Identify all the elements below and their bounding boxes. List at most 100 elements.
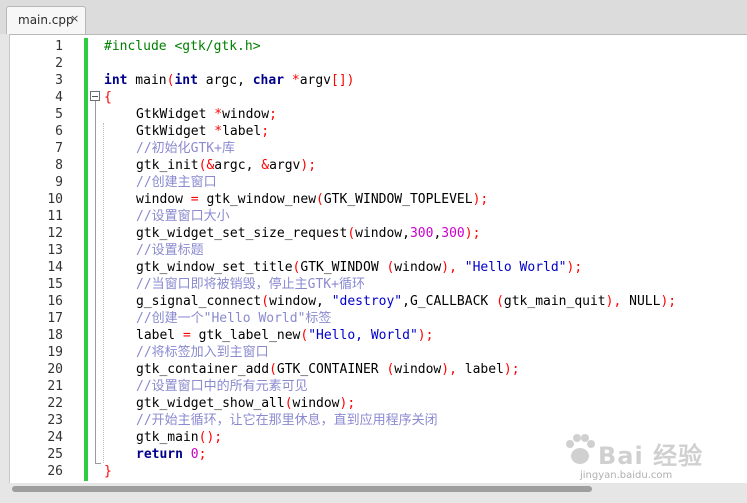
code-line[interactable]: gtk_window_set_title(GTK_WINDOW (window)…: [104, 259, 676, 276]
code-line[interactable]: //设置标题: [104, 242, 676, 259]
code-line[interactable]: #include <gtk/gtk.h>: [104, 38, 676, 55]
line-number: 14: [47, 260, 63, 275]
code-token: gtk_main_quit: [503, 294, 606, 309]
code-token: //当窗口即将被销毁，停止主GTK+循环: [136, 277, 365, 292]
line-number: 15: [47, 277, 63, 292]
code-token: argc,: [214, 158, 262, 173]
line-number: 5: [55, 107, 63, 122]
code-editor[interactable]: 1 2 3 4 5 6 7 8 9 10 11 12 13 14 15 16 17 18 19 20 21 22 23 24 2…: [9, 34, 747, 483]
code-token: gtk_init: [136, 158, 199, 173]
code-line[interactable]: [104, 55, 676, 72]
code-line[interactable]: gtk_init(&argc, &argv);: [104, 157, 676, 174]
code-line[interactable]: //当窗口即将被销毁，停止主GTK+循环: [104, 276, 676, 293]
close-icon[interactable]: ×: [70, 12, 79, 25]
tab-main-cpp[interactable]: main.cpp ×: [6, 6, 86, 34]
code-line[interactable]: return 0;: [104, 446, 676, 463]
code-token: (: [347, 226, 356, 241]
code-token: window,: [355, 226, 410, 241]
code-line[interactable]: gtk_widget_set_size_request(window,300,3…: [104, 225, 676, 242]
line-number: 2: [55, 56, 63, 71]
tab-bar: main.cpp ×: [0, 0, 747, 34]
code-text-area[interactable]: #include <gtk/gtk.h> int main(int argc, …: [104, 38, 676, 480]
code-token: "destroy": [331, 294, 403, 309]
code-token: //将标签加入到主窗口: [136, 345, 269, 360]
scrollbar-thumb[interactable]: [12, 486, 592, 492]
code-line[interactable]: //设置窗口大小: [104, 208, 676, 225]
code-token: g_signal_connect: [136, 294, 262, 309]
code-token: //开始主循环，让它在那里休息，直到应用程序关闭: [136, 413, 438, 428]
line-number: 26: [47, 464, 63, 479]
code-token: =: [182, 328, 191, 343]
code-token: label: [222, 124, 262, 139]
line-number: 19: [47, 345, 63, 360]
code-line[interactable]: GtkWidget *label;: [104, 123, 676, 140]
code-line[interactable]: //初始化GTK+库: [104, 140, 676, 157]
line-number: 23: [47, 413, 63, 428]
change-marker-bar: [84, 38, 88, 481]
line-number: 1: [55, 39, 63, 54]
code-line[interactable]: {: [104, 89, 676, 106]
code-token: label: [456, 362, 504, 377]
code-token: (: [496, 294, 504, 309]
line-number: 11: [47, 209, 63, 224]
code-line[interactable]: //开始主循环，让它在那里休息，直到应用程序关闭: [104, 412, 676, 429]
code-token: ;: [198, 447, 207, 462]
code-token: window: [136, 192, 191, 207]
code-token: label: [136, 328, 183, 343]
code-token: (: [284, 396, 293, 411]
code-token: );: [417, 328, 434, 343]
code-token: argv: [299, 73, 332, 88]
code-token: //创建主窗口: [136, 175, 217, 190]
code-line[interactable]: //创建一个"Hello World"标签: [104, 310, 676, 327]
code-line[interactable]: window = gtk_window_new(GTK_WINDOW_TOPLE…: [104, 191, 676, 208]
code-token: (&: [198, 158, 215, 173]
code-token: *: [214, 107, 223, 122]
code-token: //设置窗口大小: [136, 209, 230, 224]
code-token: ),: [441, 260, 457, 275]
code-line[interactable]: gtk_container_add(GTK_CONTAINER (window)…: [104, 361, 676, 378]
code-token: );: [300, 158, 317, 173]
line-number-gutter: 1 2 3 4 5 6 7 8 9 10 11 12 13 14 15 16 17 18 19 20 21 22 23 24 2…: [10, 35, 84, 483]
line-number: 17: [47, 311, 63, 326]
code-token: #include <gtk/gtk.h>: [104, 39, 261, 54]
code-token: );: [339, 396, 356, 411]
line-number: 18: [47, 328, 63, 343]
code-token: ;: [269, 107, 277, 122]
code-line[interactable]: int main(int argc, char *argv[]): [104, 72, 676, 89]
code-line[interactable]: label = gtk_label_new("Hello, World");: [104, 327, 676, 344]
code-token: }: [104, 464, 112, 479]
code-line[interactable]: gtk_widget_show_all(window);: [104, 395, 676, 412]
horizontal-scrollbar[interactable]: [0, 483, 747, 503]
code-token: ;: [261, 124, 270, 139]
code-token: []): [331, 73, 355, 88]
code-token: window: [222, 107, 270, 122]
code-line[interactable]: g_signal_connect(window, "destroy",G_CAL…: [104, 293, 676, 310]
code-token: "Hello World": [464, 260, 567, 275]
code-token: 300: [409, 226, 434, 241]
line-number: 4: [55, 90, 63, 105]
code-token: );: [472, 192, 489, 207]
code-token: GtkWidget: [136, 107, 215, 122]
code-line[interactable]: gtk_main();: [104, 429, 676, 446]
code-token: *: [214, 124, 223, 139]
code-line[interactable]: //设置窗口中的所有元素可见: [104, 378, 676, 395]
code-line[interactable]: //将标签加入到主窗口: [104, 344, 676, 361]
code-token: );: [660, 294, 677, 309]
fold-collapse-icon[interactable]: [90, 91, 100, 101]
line-number: 6: [55, 124, 63, 139]
code-token: gtk_window_set_title: [136, 260, 293, 275]
code-token: (: [269, 362, 277, 377]
code-token: &: [261, 158, 270, 173]
code-token: window: [394, 260, 442, 275]
code-token: argv: [269, 158, 301, 173]
fold-range-line: [95, 101, 96, 464]
code-line[interactable]: }: [104, 463, 676, 480]
line-number: 22: [47, 396, 63, 411]
code-token: ),: [605, 294, 622, 309]
code-token: window: [394, 362, 442, 377]
code-token: GtkWidget: [136, 124, 215, 139]
code-line[interactable]: //创建主窗口: [104, 174, 676, 191]
code-line[interactable]: GtkWidget *window;: [104, 106, 676, 123]
